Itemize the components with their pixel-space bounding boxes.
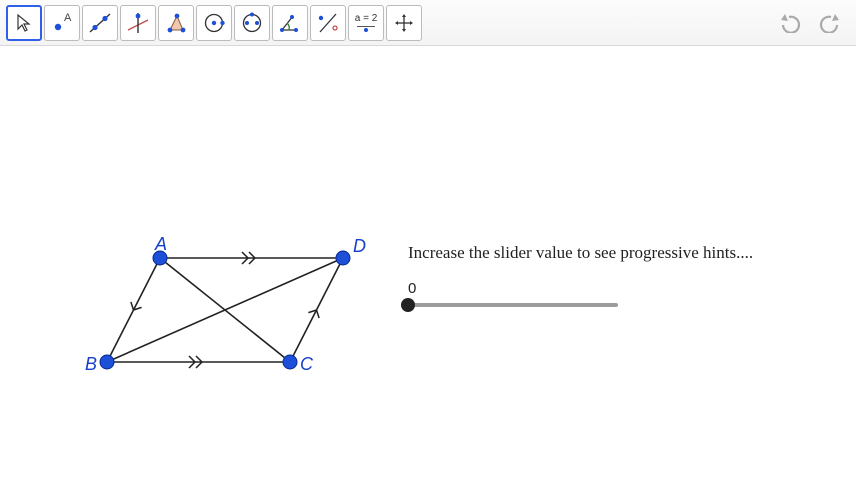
undo-button[interactable] — [776, 7, 808, 39]
move-view-tool[interactable] — [386, 5, 422, 41]
slider-track[interactable] — [408, 303, 618, 307]
slider-value-label: 0 — [408, 280, 618, 297]
graphics-view[interactable]: A B C D Increase the slider value to see… — [0, 46, 856, 500]
slider-thumb[interactable] — [401, 298, 415, 312]
geometry-figure — [0, 46, 856, 500]
reflect-tool[interactable] — [310, 5, 346, 41]
slider-tool[interactable]: a = 2 — [348, 5, 384, 41]
move-tool[interactable] — [6, 5, 42, 41]
toolbar: A — [0, 0, 856, 46]
slider-tool-label: a = 2 — [355, 14, 378, 24]
polygon-tool[interactable] — [158, 5, 194, 41]
ellipse-tool[interactable] — [234, 5, 270, 41]
hint-text: Increase the slider value to see progres… — [408, 243, 753, 263]
line-tool[interactable] — [82, 5, 118, 41]
point-label-b: B — [85, 354, 97, 375]
point-label-a: A — [155, 234, 167, 255]
point-tool[interactable]: A — [44, 5, 80, 41]
redo-button[interactable] — [812, 7, 844, 39]
point-label-d: D — [353, 236, 366, 257]
perpendicular-tool[interactable] — [120, 5, 156, 41]
hint-slider: 0 — [408, 280, 618, 307]
svg-text:A: A — [64, 12, 72, 24]
point-label-c: C — [300, 354, 313, 375]
angle-tool[interactable] — [272, 5, 308, 41]
circle-center-tool[interactable] — [196, 5, 232, 41]
undo-redo-group — [776, 7, 850, 39]
